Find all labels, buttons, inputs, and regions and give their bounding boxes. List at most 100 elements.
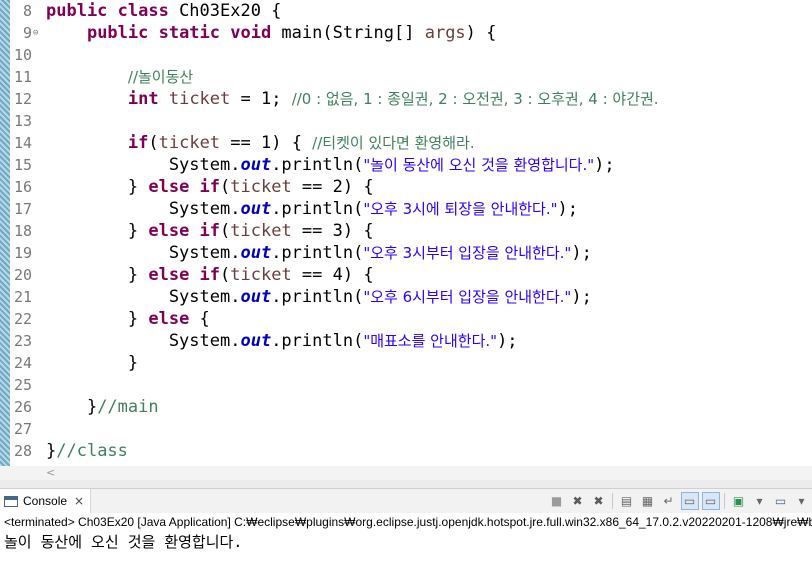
line-number: 20	[13, 266, 32, 284]
line-number: 9	[22, 24, 32, 42]
new-console-dropdown-icon[interactable]: ▾	[793, 492, 811, 510]
code-token: ticket	[230, 221, 292, 241]
code-token: (	[220, 221, 231, 241]
code-line[interactable]: System.out.println("오후 6시부터 입장을 안내한다.");	[46, 286, 592, 308]
view-separator	[0, 480, 812, 488]
console-icon	[4, 495, 18, 507]
code-line[interactable]: } else {	[46, 308, 210, 330]
code-token: "매표소를 안내한다."	[363, 332, 498, 350]
code-token: }	[46, 353, 139, 373]
terminate-icon[interactable]: ■	[548, 492, 566, 510]
code-token: == 3) {	[291, 221, 374, 241]
code-token: ticket	[230, 177, 292, 197]
code-token: //0 : 없음, 1 : 종일권, 2 : 오전권, 3 : 오후권, 4 :…	[291, 90, 659, 108]
code-line[interactable]: System.out.println("놀이 동산에 오신 것을 환영합니다."…	[46, 154, 615, 176]
code-line[interactable]: System.out.println("오후 3시부터 입장을 안내한다.");	[46, 242, 592, 264]
code-token: System.	[46, 331, 241, 351]
console-output[interactable]: 놀이 동산에 오신 것을 환영합니다.	[4, 532, 242, 552]
code-token: "오후 6시부터 입장을 안내한다."	[363, 288, 572, 306]
fold-collapse-icon[interactable]: ⊖	[33, 22, 38, 44]
code-token: System.	[46, 199, 241, 219]
open-console-dropdown-icon[interactable]: ▾	[751, 492, 769, 510]
show-on-stderr-icon[interactable]: ▭	[701, 492, 720, 510]
code-token: (	[220, 177, 231, 197]
code-token: }	[46, 309, 149, 329]
code-token: }	[46, 221, 149, 241]
line-number: 12	[13, 90, 32, 108]
code-token: ) {	[465, 23, 497, 43]
code-token: == 1) {	[220, 133, 313, 153]
code-token: else if	[148, 221, 221, 241]
code-line[interactable]: }//class	[46, 440, 128, 462]
code-token: );	[571, 287, 592, 307]
code-token: out	[240, 199, 272, 219]
toolbar-separator	[612, 493, 613, 509]
ide-window: 8 9 ⊖ 10 11 12 13 14 15 16 17 18 19 20 21 22 23 24 25 26 27 2…	[0, 0, 812, 562]
line-number: 26	[13, 398, 32, 416]
console-tab-label: Console	[23, 494, 68, 508]
code-token: .println(	[271, 155, 364, 175]
scroll-lock-icon[interactable]: ▦	[639, 492, 657, 510]
code-token: }	[46, 441, 57, 461]
code-token: else if	[148, 177, 221, 197]
line-number: 25	[13, 376, 32, 394]
display-selected-console-icon[interactable]: ▣	[730, 492, 748, 510]
code-line[interactable]: } else if(ticket == 4) {	[46, 264, 374, 286]
code-line[interactable]: } else if(ticket == 2) {	[46, 176, 374, 198]
code-token: Ch03Ex20 {	[179, 1, 282, 21]
code-line[interactable]: if(ticket == 1) { //티켓이 있다면 환영해라.	[46, 132, 475, 154]
code-line[interactable]: }//main	[46, 396, 159, 418]
code-line[interactable]: int ticket = 1; //0 : 없음, 1 : 종일권, 2 : 오…	[46, 88, 659, 110]
code-token: .println(	[271, 243, 364, 263]
line-number: 16	[13, 178, 32, 196]
scroll-left-icon[interactable]: <	[46, 466, 55, 480]
line-number: 24	[13, 354, 32, 372]
show-on-stdout-icon[interactable]: ▭	[680, 492, 699, 510]
code-token: main(String[]	[281, 23, 425, 43]
code-line[interactable]: //놀이동산	[46, 66, 193, 88]
code-token: //티켓이 있다면 환영해라.	[312, 134, 475, 152]
code-line[interactable]: } else if(ticket == 3) {	[46, 220, 374, 242]
tab-console[interactable]: Console ×	[0, 489, 92, 513]
code-line[interactable]: System.out.println("매표소를 안내한다.");	[46, 330, 518, 352]
code-line[interactable]: public class Ch03Ex20 {	[46, 0, 281, 22]
code-token: "놀이 동산에 오신 것을 환영합니다."	[363, 156, 595, 174]
word-wrap-icon[interactable]: ↵	[660, 492, 678, 510]
code-token: //놀이동산	[127, 68, 194, 86]
code-token: int	[127, 89, 169, 109]
code-token: System.	[46, 155, 241, 175]
code-token: ticket	[230, 265, 292, 285]
code-token: }	[46, 397, 98, 417]
remove-all-terminated-icon[interactable]: ✖	[590, 492, 608, 510]
line-number: 21	[13, 288, 32, 306]
code-token: out	[240, 243, 272, 263]
line-number: 23	[13, 332, 32, 350]
console-header: Console × ■ ✖ ✖ ▤ ▦ ↵ ▭ ▭ ▣ ▾ ▭ ▾	[0, 489, 812, 513]
code-line[interactable]: }	[46, 352, 138, 374]
code-token: System.	[46, 243, 241, 263]
code-token: }	[46, 265, 149, 285]
code-token: out	[240, 287, 272, 307]
code-token: );	[497, 331, 518, 351]
line-number: 17	[13, 200, 32, 218]
line-number: 28	[13, 442, 32, 460]
code-token: ticket	[168, 89, 231, 109]
code-token: {	[189, 309, 210, 329]
line-number: 14	[13, 134, 32, 152]
code-token: }	[46, 177, 149, 197]
remove-launch-icon[interactable]: ✖	[569, 492, 587, 510]
code-token: else if	[148, 265, 221, 285]
code-line[interactable]: public static void main(String[] args) {	[46, 22, 496, 44]
code-token: ticket	[158, 133, 221, 153]
code-token: if	[127, 133, 149, 153]
horizontal-scrollbar[interactable]: <	[0, 466, 812, 480]
code-editor[interactable]: 8 9 ⊖ 10 11 12 13 14 15 16 17 18 19 20 21 22 23 24 25 26 27 2…	[0, 0, 812, 466]
code-line[interactable]: System.out.println("오후 3시에 퇴장을 안내한다.");	[46, 198, 578, 220]
close-icon[interactable]: ×	[74, 494, 84, 508]
new-console-icon[interactable]: ▭	[772, 492, 790, 510]
code-token: public static void	[86, 23, 282, 43]
clear-console-icon[interactable]: ▤	[618, 492, 636, 510]
